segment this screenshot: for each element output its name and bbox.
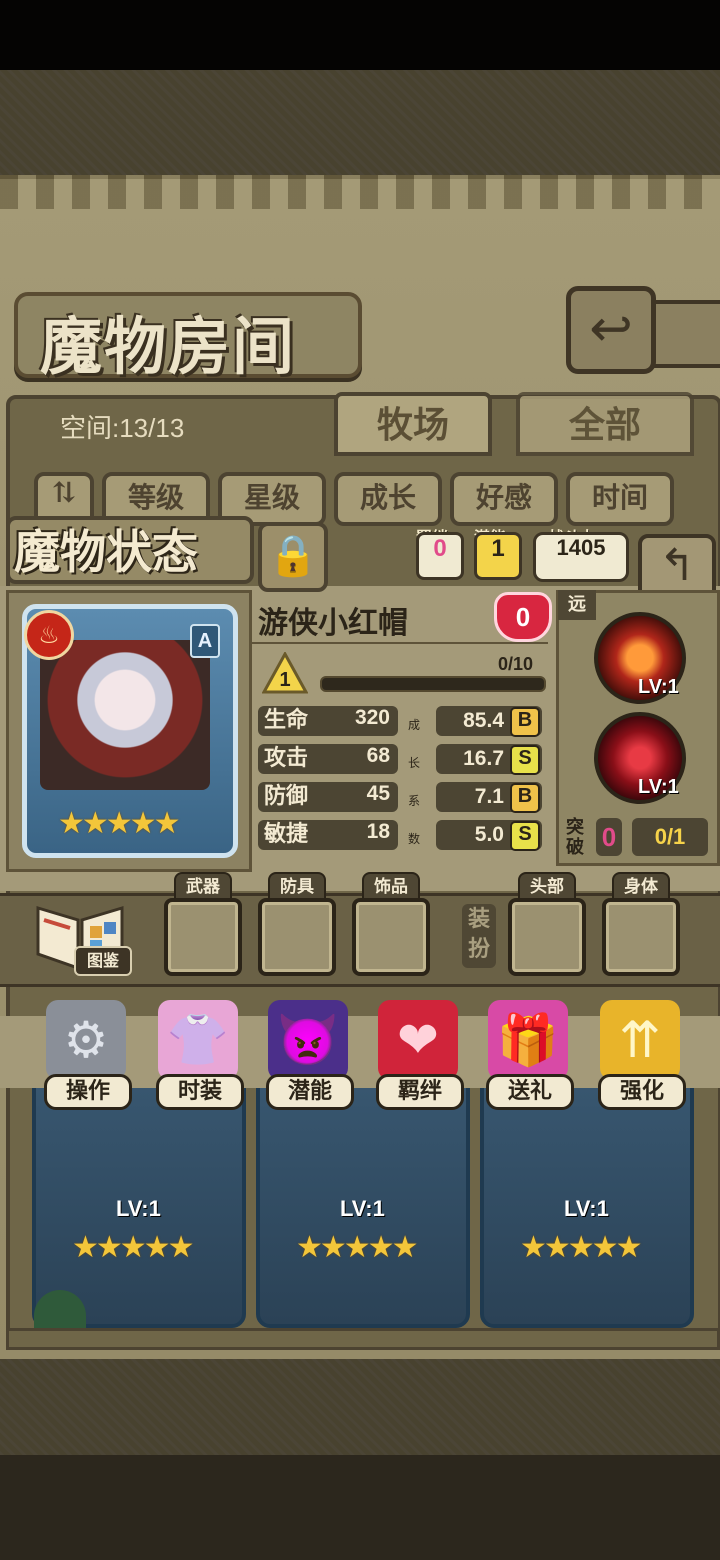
torn-edge-decoration	[0, 175, 720, 209]
stat-value: 18	[366, 820, 390, 843]
bond-label-btn: 羁绊	[376, 1074, 464, 1110]
return-arrow-icon: ↰	[658, 540, 696, 591]
exp-text: 0/10	[498, 654, 534, 674]
outfit-icon: 👚	[158, 1000, 238, 1080]
dress-label: 装扮	[462, 904, 496, 968]
status-bar	[0, 0, 720, 70]
return-icon: ↩	[589, 299, 633, 359]
growth-label-char: 系	[408, 794, 421, 808]
skill-level: LV:1	[638, 676, 679, 698]
grade-badge: S	[510, 821, 540, 851]
gift-icon: 🎁	[488, 1000, 568, 1080]
gift-button[interactable]: 🎁 送礼	[482, 1000, 574, 1110]
fashion-button[interactable]: 👚 时装	[152, 1000, 244, 1110]
breakthrough-label: 突破	[566, 817, 584, 858]
padlock-icon: 🔒	[268, 533, 318, 579]
skill-level: LV:1	[638, 776, 679, 798]
tab-ranch[interactable]: 牧场	[334, 392, 492, 456]
fire-element-icon: ♨	[24, 610, 74, 660]
power-value: 1405	[533, 532, 629, 582]
fashion-label: 时装	[156, 1074, 244, 1110]
filter-time[interactable]: 时间	[566, 472, 674, 526]
growth-value: 7.1	[474, 785, 504, 808]
stat-label: 攻击	[264, 746, 309, 771]
card-stars: ★★★★★	[58, 806, 180, 841]
filter-affection[interactable]: 好感	[450, 472, 558, 526]
stat-label: 敏捷	[264, 822, 309, 847]
tile-level: LV:1	[564, 1196, 609, 1221]
stat-defense: 防御 45	[258, 782, 398, 812]
back-button[interactable]: ↩	[566, 286, 656, 374]
growth-defense: 7.1 B	[436, 782, 542, 813]
grade-badge: S	[510, 745, 540, 775]
stat-value: 320	[354, 706, 390, 729]
bond-button[interactable]: ❤ 羁绊	[372, 1000, 464, 1110]
exp-bar	[320, 676, 546, 692]
potential-label-btn: 潜能	[266, 1074, 354, 1110]
space-counter: 空间:13/13	[60, 413, 185, 443]
enhance-label: 强化	[598, 1074, 686, 1110]
stat-value: 68	[366, 744, 390, 767]
page-title: 魔物房间	[40, 310, 297, 383]
tile-level: LV:1	[116, 1196, 161, 1221]
accessory-slot[interactable]	[352, 898, 430, 976]
tile-stars: ★★★★★	[520, 1230, 642, 1265]
body-slot[interactable]	[602, 898, 680, 976]
growth-value: 85.4	[463, 709, 504, 732]
growth-agility: 5.0 S	[436, 820, 542, 851]
hearts-icon: ❤	[378, 1000, 458, 1080]
stat-value: 45	[366, 782, 390, 805]
divider	[252, 642, 548, 644]
navigation-bar	[0, 1455, 720, 1560]
level-badge: 1	[262, 652, 308, 694]
gear-icon: ⚙	[46, 1000, 126, 1080]
level-value: 1	[279, 669, 290, 691]
tab-all[interactable]: 全部	[516, 392, 694, 456]
bond-value: 0	[416, 532, 464, 580]
monster-name: 游侠小红帽	[258, 606, 408, 641]
monster-portrait	[40, 640, 210, 790]
tile-level: LV:1	[340, 1196, 385, 1221]
growth-value: 5.0	[474, 823, 504, 846]
grade-badge: B	[510, 783, 540, 813]
affection-heart[interactable]: 0	[494, 592, 552, 642]
stat-agility: 敏捷 18	[258, 820, 398, 850]
breakthrough-count: 0/1	[632, 818, 708, 856]
operate-button[interactable]: ⚙ 操作	[40, 1000, 132, 1110]
encyclopedia-label: 图鉴	[74, 946, 132, 976]
stat-label: 防御	[264, 784, 309, 809]
operate-label: 操作	[44, 1074, 132, 1110]
weapon-slot[interactable]	[164, 898, 242, 976]
growth-hp: 85.4 B	[436, 706, 542, 737]
range-badge: 远	[558, 590, 596, 620]
growth-value: 16.7	[463, 747, 504, 770]
rank-badge: A	[190, 624, 220, 658]
tile-stars: ★★★★★	[296, 1230, 418, 1265]
growth-label-char: 成	[408, 718, 421, 732]
potential-button[interactable]: 👿 潜能	[262, 1000, 354, 1110]
stat-label: 生命	[264, 708, 309, 733]
lock-button[interactable]: 🔒	[258, 522, 328, 592]
devil-icon: 👿	[268, 1000, 348, 1080]
grade-badge: B	[510, 707, 540, 737]
stat-hp: 生命 320	[258, 706, 398, 736]
growth-label-char: 数	[408, 832, 421, 846]
armor-slot[interactable]	[258, 898, 336, 976]
growth-attack: 16.7 S	[436, 744, 542, 775]
gift-label: 送礼	[486, 1074, 574, 1110]
stat-attack: 攻击 68	[258, 744, 398, 774]
panel-bottom-edge	[6, 1328, 720, 1350]
head-slot[interactable]	[508, 898, 586, 976]
tile-stars: ★★★★★	[72, 1230, 194, 1265]
filter-growth[interactable]: 成长	[334, 472, 442, 526]
breakthrough-value: 0	[596, 818, 622, 856]
potential-value: 1	[474, 532, 522, 580]
growth-label-char: 长	[408, 756, 421, 770]
enhance-button[interactable]: ⇈ 强化	[594, 1000, 686, 1110]
upgrade-arrows-icon: ⇈	[600, 1000, 680, 1080]
status-title: 魔物状态	[14, 525, 198, 579]
